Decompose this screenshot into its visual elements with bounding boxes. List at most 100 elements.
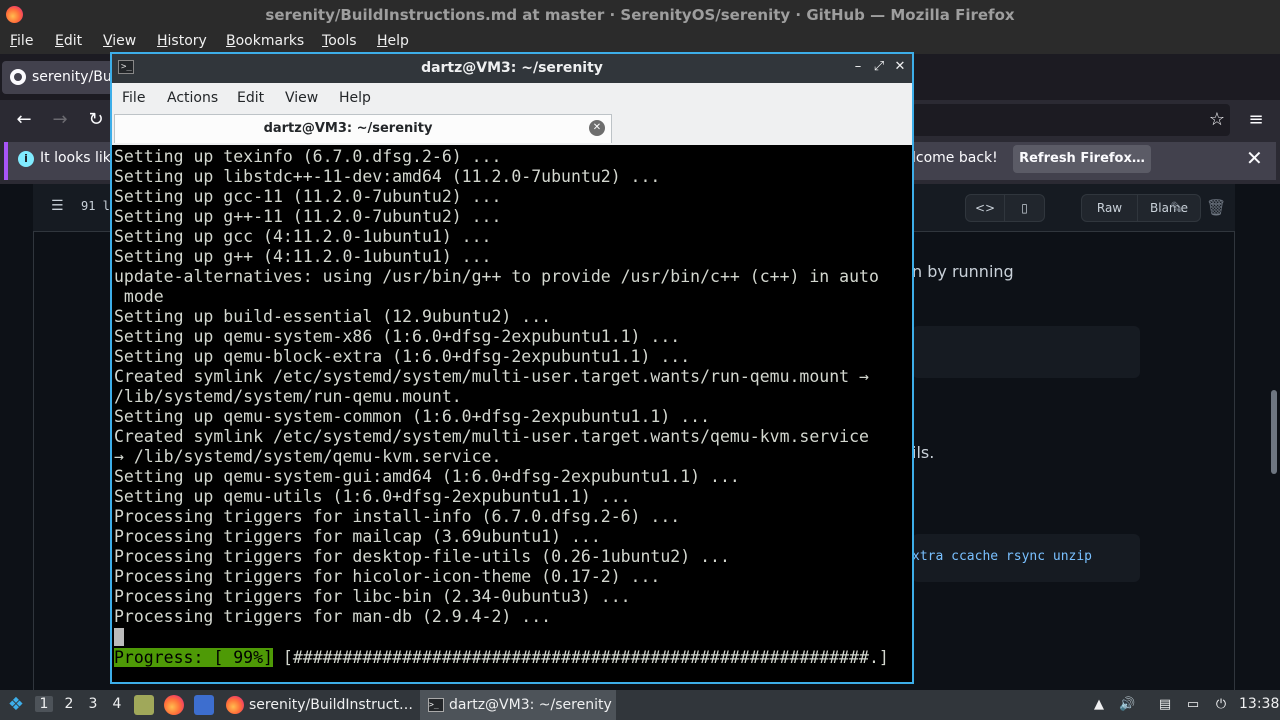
start-menu-icon[interactable]: ❖ [6,695,26,715]
terminal-window: >_ dartz@VM3: ~/serenity – ⤢ ✕ File Acti… [110,52,914,684]
firefox-icon [226,696,244,714]
terminal-titlebar[interactable]: >_ dartz@VM3: ~/serenity – ⤢ ✕ [112,54,912,83]
volume-icon[interactable]: 🔊 [1119,697,1135,713]
code-block [912,326,1140,378]
desktop-1-button[interactable]: 1 [35,696,53,712]
line-count: 91 l [81,199,110,213]
hamburger-menu-icon[interactable]: ≡ [1244,108,1268,132]
terminal-menu-help[interactable]: Help [339,90,371,106]
terminal-menu-file[interactable]: File [122,90,145,106]
firefox-menu-history[interactable]: History [157,33,207,49]
blame-button[interactable]: Blame [1138,195,1200,221]
firefox-menubar: File Edit View History Bookmarks Tools H… [0,30,1280,54]
pencil-icon[interactable]: ✎ [1170,198,1183,217]
terminal-line: Processing triggers for hicolor-icon-the… [114,567,661,586]
readme-text-fragment: n by running [912,262,1014,281]
terminal-line: mode [114,287,164,306]
terminal-icon: >_ [428,698,444,712]
taskbar-task-terminal[interactable]: >_ dartz@VM3: ~/serenity [420,690,616,720]
bookmark-star-icon[interactable]: ☆ [1205,108,1229,132]
taskbar-task-label: serenity/BuildInstruct… [249,697,413,713]
apt-progress: Progress: [ 99%] [######################… [114,648,889,668]
firefox-menu-bookmarks[interactable]: Bookmarks [226,33,304,49]
terminal-menu-edit[interactable]: Edit [237,90,264,106]
firefox-menu-view[interactable]: View [103,33,136,49]
terminal-line: Created symlink /etc/systemd/system/mult… [114,367,869,386]
taskbar-task-firefox[interactable]: serenity/BuildInstruct… [222,690,418,720]
minimize-icon[interactable]: – [849,58,867,76]
terminal-line: Setting up g++ (4:11.2.0-1ubuntu1) ... [114,247,492,266]
terminal-line: Setting up gcc (4:11.2.0-1ubuntu1) ... [114,227,492,246]
terminal-line: Setting up qemu-utils (1:6.0+dfsg-2expub… [114,487,631,506]
terminal-line: Setting up qemu-system-x86 (1:6.0+dfsg-2… [114,327,681,346]
terminal-line: Created symlink /etc/systemd/system/mult… [114,427,869,446]
terminal-line: update-alternatives: using /usr/bin/g++ … [114,267,879,286]
forward-arrow-icon[interactable]: → [48,108,72,132]
github-icon [10,69,26,85]
terminal-line: /lib/systemd/system/run-qemu.mount. [114,387,462,406]
file-manager-icon[interactable] [134,695,154,715]
terminal-title: dartz@VM3: ~/serenity [421,60,603,76]
taskbar: ❖ 1 2 3 4 serenity/BuildInstruct… >_ dar… [0,690,1280,720]
list-icon[interactable]: ☰ [51,198,64,214]
page-scrollbar[interactable] [1268,184,1280,690]
clipboard-icon[interactable]: ▤ [1157,697,1173,713]
refresh-firefox-button[interactable]: Refresh Firefox… [1013,145,1151,173]
info-icon: i [18,151,34,167]
taskbar-task-label: dartz@VM3: ~/serenity [449,697,612,713]
terminal-tab-label: dartz@VM3: ~/serenity [263,121,433,136]
terminal-line: Setting up qemu-system-gui:amd64 (1:6.0+… [114,467,740,486]
terminal-tabbar: dartz@VM3: ~/serenity ✕ [112,113,912,145]
code-view-toggle: <> ▯ [965,194,1045,222]
terminal-menu-actions[interactable]: Actions [167,90,218,106]
close-icon[interactable]: ✕ [891,58,909,76]
notification-message-end: lcome back! [912,150,998,166]
terminal-line: Processing triggers for man-db (2.9.4-2)… [114,607,552,626]
desktop-2-button[interactable]: 2 [60,696,78,712]
raw-button[interactable]: Raw [1082,195,1138,221]
terminal-line: Processing triggers for mailcap (3.69ubu… [114,527,601,546]
firefox-launcher-icon[interactable] [164,695,184,715]
clock: 13:38 [1239,696,1280,712]
terminal-tab[interactable]: dartz@VM3: ~/serenity ✕ [114,114,612,143]
desktop-icon[interactable] [194,695,214,715]
maximize-icon[interactable]: ⤢ [870,58,888,76]
terminal-line: Setting up gcc-11 (11.2.0-7ubuntu2) ... [114,187,502,206]
url-bar[interactable] [912,104,1230,136]
firefox-titlebar: serenity/BuildInstructions.md at master … [0,0,1280,30]
progress-label: Progress: [ 99%] [114,648,273,667]
readme-text-fragment: ils. [912,443,935,462]
close-icon[interactable]: ✕ [1246,146,1263,170]
terminal-line: Processing triggers for libc-bin (2.34-0… [114,587,631,606]
terminal-line: → /lib/systemd/system/qemu-kvm.service. [114,447,502,466]
tray-up-arrow-icon[interactable]: ▲ [1091,697,1107,713]
file-icon[interactable]: ▯ [1005,195,1044,221]
terminal-line: Setting up texinfo (6.7.0.dfsg.2-6) ... [114,147,502,166]
terminal-output[interactable]: Setting up texinfo (6.7.0.dfsg.2-6) ... S… [112,145,912,682]
terminal-line: Processing triggers for install-info (6.… [114,507,681,526]
code-fragment: xtra ccache rsync unzip [912,549,1093,564]
firefox-menu-file[interactable]: File [10,33,33,49]
terminal-menubar: File Actions Edit View Help [112,83,912,113]
desktop-4-button[interactable]: 4 [108,696,126,712]
trash-icon[interactable]: 🗑 [1206,198,1226,217]
firefox-menu-edit[interactable]: Edit [55,33,82,49]
terminal-line: Processing triggers for desktop-file-uti… [114,547,730,566]
close-tab-icon[interactable]: ✕ [589,120,605,136]
terminal-line: Setting up qemu-system-common (1:6.0+dfs… [114,407,711,426]
firefox-menu-help[interactable]: Help [377,33,409,49]
terminal-line: Setting up g++-11 (11.2.0-7ubuntu2) ... [114,207,502,226]
desktop-3-button[interactable]: 3 [84,696,102,712]
terminal-line: Setting up qemu-block-extra (1:6.0+dfsg-… [114,347,691,366]
firefox-tab-github[interactable]: serenity/BuildInstructions.md [2,61,122,94]
notification-message-start: It looks lik [40,150,111,166]
display-icon[interactable]: ▭ [1185,697,1201,713]
firefox-tab-label: serenity/BuildInstructions.md [32,69,117,85]
code-icon[interactable]: <> [966,195,1005,221]
terminal-menu-view[interactable]: View [285,90,318,106]
reload-icon[interactable]: ↻ [84,108,108,132]
scrollbar-thumb[interactable] [1271,390,1277,474]
firefox-menu-tools[interactable]: Tools [322,33,357,49]
back-arrow-icon[interactable]: ← [12,108,36,132]
power-icon[interactable]: ⏻ [1213,697,1229,713]
